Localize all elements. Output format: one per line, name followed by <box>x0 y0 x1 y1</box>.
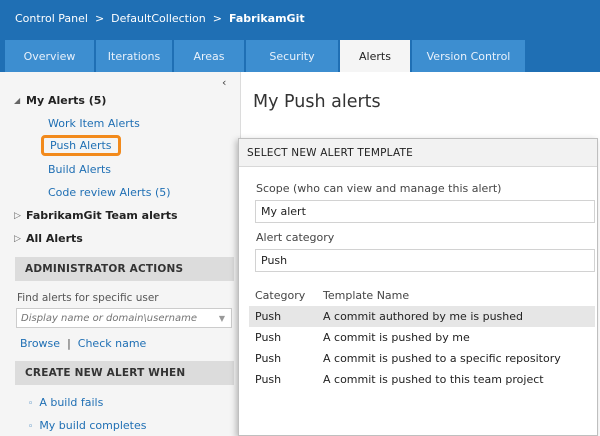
breadcrumb-separator: > <box>94 12 105 25</box>
admin-actions-header: ADMINISTRATOR ACTIONS <box>15 257 234 281</box>
template-category: Push <box>255 352 282 365</box>
find-alerts-label: Find alerts for specific user <box>17 292 159 304</box>
breadcrumb-separator: > <box>212 12 222 25</box>
chevron-down-icon[interactable]: ▼ <box>219 314 225 323</box>
expanded-triangle-icon[interactable]: ◢ <box>14 96 26 105</box>
sidebar: ‹ ◢ My Alerts (5) Work Item Alerts Push … <box>0 72 241 436</box>
template-row[interactable]: Push A commit is pushed to a specific re… <box>249 348 595 369</box>
breadcrumb-collection[interactable]: DefaultCollection <box>111 12 206 25</box>
tree-my-alerts-label: My Alerts (5) <box>26 94 107 107</box>
breadcrumb: Control Panel > DefaultCollection > Fabrikam… <box>15 12 305 25</box>
tab-version-control[interactable]: Version Control <box>412 40 525 72</box>
collapse-sidebar-icon[interactable]: ‹ <box>222 76 226 89</box>
tab-alerts[interactable]: Alerts <box>340 40 410 72</box>
alert-category-field[interactable]: Push <box>255 249 595 272</box>
tree-team-alerts-label: FabrikamGit Team alerts <box>26 209 178 222</box>
scope-label: Scope (who can view and manage this aler… <box>256 182 502 195</box>
breadcrumb-project: FabrikamGit <box>228 12 305 25</box>
tree-item-build-alerts[interactable]: Build Alerts <box>48 163 111 176</box>
template-category: Push <box>255 331 282 344</box>
bullet-icon: ◦ <box>28 399 34 409</box>
tab-bar: Overview Iterations Areas Security Alert… <box>5 40 525 72</box>
select-alert-template-dialog: SELECT NEW ALERT TEMPLATE Scope (who can… <box>238 138 598 436</box>
dialog-title: SELECT NEW ALERT TEMPLATE <box>239 139 597 167</box>
link-divider: | <box>67 337 71 350</box>
column-header-category[interactable]: Category <box>255 289 305 302</box>
bullet-icon: ◦ <box>28 422 34 432</box>
template-row[interactable]: Push A commit is pushed to this team pro… <box>249 369 595 390</box>
tab-areas[interactable]: Areas <box>174 40 244 72</box>
template-row[interactable]: Push A commit is pushed by me <box>249 327 595 348</box>
tab-overview[interactable]: Overview <box>5 40 94 72</box>
create-alert-label: A build fails <box>39 396 104 409</box>
create-alert-build-fails[interactable]: ◦ A build fails <box>28 396 103 409</box>
template-name: A commit is pushed to a specific reposit… <box>323 352 561 365</box>
template-category: Push <box>255 373 282 386</box>
alert-category-label: Alert category <box>256 231 335 244</box>
tree-all-alerts[interactable]: ▷ All Alerts <box>14 232 83 245</box>
template-name: A commit is pushed to this team project <box>323 373 544 386</box>
tree-item-work-item-alerts[interactable]: Work Item Alerts <box>48 117 140 130</box>
browse-link[interactable]: Browse <box>20 337 60 350</box>
tree-team-alerts[interactable]: ▷ FabrikamGit Team alerts <box>14 209 178 222</box>
check-name-link[interactable]: Check name <box>78 337 147 350</box>
tree-all-alerts-label: All Alerts <box>26 232 83 245</box>
template-category: Push <box>255 310 282 323</box>
collapsed-triangle-icon[interactable]: ▷ <box>14 234 26 244</box>
tab-security[interactable]: Security <box>246 40 338 72</box>
find-user-combobox[interactable]: ▼ <box>16 308 232 328</box>
find-user-input[interactable] <box>21 312 209 324</box>
template-name: A commit is pushed by me <box>323 331 470 344</box>
create-new-alert-header: CREATE NEW ALERT WHEN <box>15 361 234 385</box>
page-title: My Push alerts <box>253 92 381 112</box>
top-header: Control Panel > DefaultCollection > Fabrikam… <box>0 0 600 72</box>
scope-field[interactable]: My alert <box>255 200 595 223</box>
column-header-template-name[interactable]: Template Name <box>323 289 409 302</box>
tree-item-push-alerts[interactable]: Push Alerts <box>41 135 121 156</box>
create-alert-label: My build completes <box>39 419 147 432</box>
tree-my-alerts[interactable]: ◢ My Alerts (5) <box>14 94 106 107</box>
create-alert-build-completes[interactable]: ◦ My build completes <box>28 419 146 432</box>
template-name: A commit authored by me is pushed <box>323 310 524 323</box>
browse-check-row: Browse | Check name <box>20 337 146 350</box>
collapsed-triangle-icon[interactable]: ▷ <box>14 211 26 221</box>
tab-iterations[interactable]: Iterations <box>96 40 172 72</box>
tree-item-code-review-alerts[interactable]: Code review Alerts (5) <box>48 186 171 199</box>
template-row[interactable]: Push A commit authored by me is pushed <box>249 306 595 327</box>
breadcrumb-control-panel[interactable]: Control Panel <box>15 12 88 25</box>
